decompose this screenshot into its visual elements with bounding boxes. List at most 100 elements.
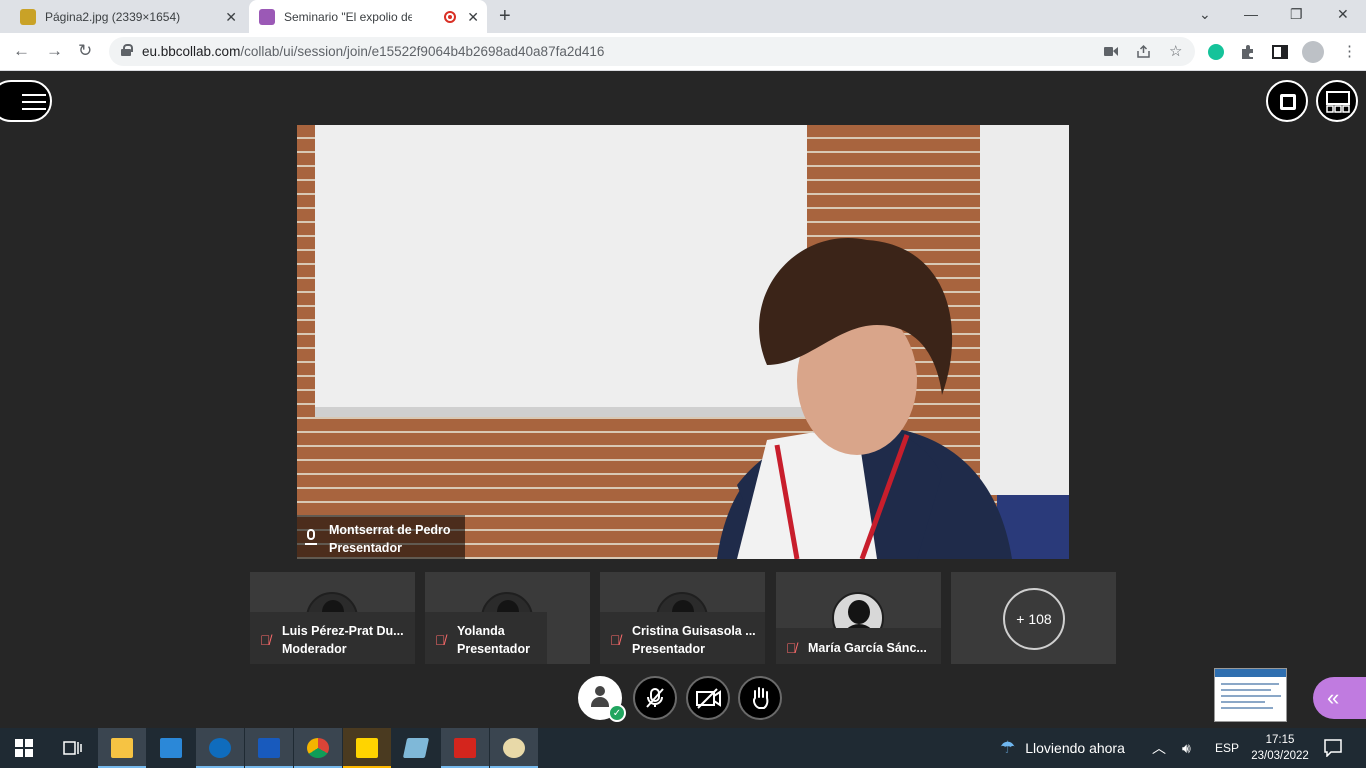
mail-icon: [160, 738, 182, 758]
double-chevron-left-icon: «: [1327, 685, 1340, 710]
participant-name: Cristina Guisasola ...: [632, 624, 756, 638]
close-icon[interactable]: ✕: [225, 9, 237, 26]
more-participants-tile[interactable]: + 108: [951, 572, 1116, 664]
tab-pagina2[interactable]: Página2.jpg (2339×1654) ✕: [8, 0, 245, 33]
tab-search-icon[interactable]: ⌄: [1199, 6, 1211, 23]
taskbar-word[interactable]: [245, 728, 293, 768]
weather-text: Lloviendo ahora: [1025, 740, 1125, 756]
my-status-button[interactable]: ✓: [578, 676, 626, 722]
browser-tabstrip: Página2.jpg (2339×1654) ✕ Seminario "El …: [0, 0, 1366, 33]
screen-thumbnail[interactable]: [1214, 668, 1287, 722]
sticky-notes-icon: [356, 738, 378, 758]
participant-role: Presentador: [632, 642, 705, 656]
more-menu-icon[interactable]: ⋮: [1342, 42, 1357, 60]
minimize-button[interactable]: —: [1244, 6, 1258, 22]
main-speaker-video: Montserrat de Pedro Presentador: [297, 125, 1069, 559]
acrobat-icon: [454, 738, 476, 758]
chrome-icon: [307, 738, 329, 758]
language-indicator[interactable]: ESP: [1215, 728, 1239, 768]
raise-hand-button[interactable]: [738, 676, 782, 720]
speaker-name: Montserrat de Pedro: [329, 523, 451, 537]
chevron-up-icon[interactable]: ︿: [1152, 728, 1166, 768]
folder-icon: [111, 738, 133, 758]
microphone-toggle-button[interactable]: [633, 676, 677, 720]
grid-layout-icon: [1326, 91, 1350, 113]
muted-mic-icon: 🎙̸: [786, 640, 797, 656]
camera-icon[interactable]: [1104, 46, 1118, 57]
layout-button[interactable]: [1316, 80, 1358, 122]
restore-button[interactable]: ❐: [1290, 6, 1303, 23]
recording-button[interactable]: [1266, 80, 1308, 122]
speaker-role: Presentador: [329, 541, 402, 555]
taskbar-paint[interactable]: [490, 728, 538, 768]
close-icon[interactable]: ✕: [467, 9, 479, 26]
muted-mic-icon: 🎙̸: [260, 632, 271, 648]
taskbar-outlook[interactable]: [196, 728, 244, 768]
profile-avatar-icon[interactable]: [1302, 41, 1324, 63]
participant-tile[interactable]: 🎙̸ Yolanda Presentador: [425, 572, 590, 664]
camera-toggle-button[interactable]: [686, 676, 730, 720]
volume-icon[interactable]: 🔊︎: [1182, 728, 1191, 768]
participant-tile[interactable]: 🎙̸ Luis Pérez-Prat Du... Moderador: [250, 572, 415, 664]
notifications-icon[interactable]: [1324, 739, 1342, 757]
participant-role: Presentador: [457, 642, 530, 656]
extensions-puzzle-icon[interactable]: [1240, 44, 1256, 60]
url-text: eu.bbcollab.com/collab/ui/session/join/e…: [142, 44, 605, 59]
participant-name: María García Sánc...: [808, 641, 927, 655]
clock-time: 17:15: [1265, 734, 1295, 746]
word-icon: [258, 738, 280, 758]
tile-overlay: [250, 612, 415, 664]
back-button[interactable]: ←: [13, 41, 30, 61]
bookmark-star-icon[interactable]: ☆: [1169, 42, 1182, 60]
tab-title: Página2.jpg (2339×1654): [45, 9, 181, 24]
outlook-icon: [209, 738, 231, 758]
task-view-button[interactable]: [48, 728, 96, 768]
participant-role: Moderador: [282, 642, 347, 656]
muted-mic-icon: 🎙̸: [610, 632, 621, 648]
collab-favicon-icon: [259, 8, 275, 25]
umbrella-icon: ☂: [1000, 738, 1016, 757]
new-tab-button[interactable]: +: [499, 5, 511, 28]
muted-mic-icon: 🎙̸: [435, 632, 446, 648]
clock-date: 23/03/2022: [1251, 750, 1309, 762]
camera-off-icon: [696, 688, 721, 709]
taskbar-clock[interactable]: 17:15 23/03/2022: [1248, 732, 1312, 764]
windows-taskbar: ☂ Lloviendo ahora ︿ 🔊︎ ESP 17:15 23/03/2…: [0, 728, 1366, 768]
close-window-button[interactable]: ✕: [1337, 6, 1349, 23]
recording-icon: [444, 11, 456, 23]
participant-tile[interactable]: 🎙̸ Cristina Guisasola ... Presentador: [600, 572, 765, 664]
taskbar-acrobat[interactable]: [441, 728, 489, 768]
taskbar-mail[interactable]: [147, 728, 195, 768]
share-icon[interactable]: [1136, 44, 1151, 59]
reload-button[interactable]: ↻: [78, 41, 92, 61]
tab-seminario[interactable]: Seminario "El expolio de bien ✕: [249, 0, 487, 33]
lock-icon[interactable]: [121, 44, 133, 56]
tab-title: Seminario "El expolio de bien: [284, 9, 412, 24]
address-bar[interactable]: eu.bbcollab.com/collab/ui/session/join/e…: [109, 37, 1195, 66]
paint-palette-icon: [503, 738, 525, 758]
windows-logo-icon: [15, 739, 33, 757]
grammarly-icon[interactable]: [1208, 44, 1224, 60]
participant-tile[interactable]: 🎙̸ María García Sánc...: [776, 572, 941, 664]
participant-name: Luis Pérez-Prat Du...: [282, 624, 404, 638]
taskbar-app-7[interactable]: [392, 728, 440, 768]
hand-icon: [753, 687, 769, 709]
forward-button[interactable]: →: [46, 41, 63, 61]
weather-widget[interactable]: ☂ Lloviendo ahora: [1000, 728, 1125, 768]
image-favicon-icon: [20, 8, 36, 25]
task-view-icon: [63, 741, 82, 755]
browser-toolbar: ← → ↻ eu.bbcollab.com/collab/ui/session/…: [0, 33, 1366, 71]
session-menu-button[interactable]: [0, 80, 52, 122]
taskbar-file-explorer[interactable]: [98, 728, 146, 768]
user-icon: [591, 686, 609, 707]
start-button[interactable]: [0, 728, 48, 768]
speaker-name-tag: Montserrat de Pedro Presentador: [297, 515, 465, 559]
speaker-video-frame: [297, 125, 1069, 559]
book-icon: [402, 738, 430, 758]
taskbar-chrome[interactable]: [294, 728, 342, 768]
open-panel-button[interactable]: «: [1313, 677, 1366, 719]
taskbar-sticky-notes[interactable]: [343, 728, 391, 768]
side-panel-icon[interactable]: [1272, 44, 1288, 60]
mic-off-icon: [646, 688, 664, 708]
tile-overlay: [600, 612, 765, 664]
